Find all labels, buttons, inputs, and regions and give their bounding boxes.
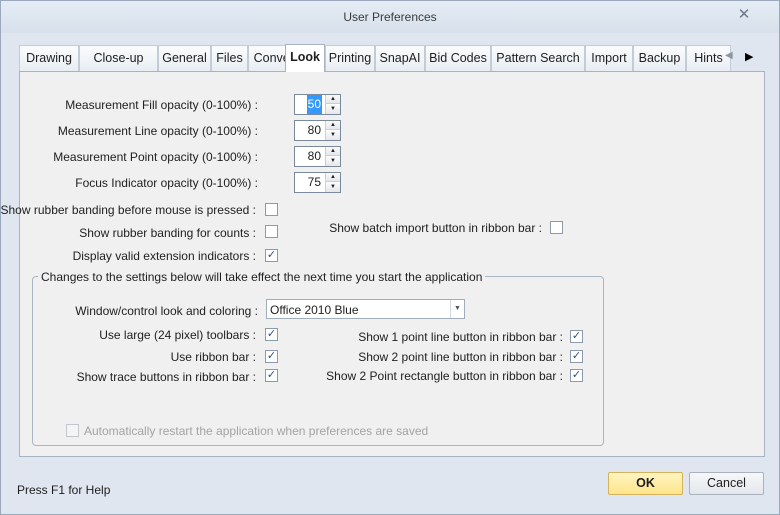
tab-strip: Drawing Close-up General Files Convert L… — [19, 44, 765, 72]
look-coloring-label: Window/control look and coloring : — [75, 304, 258, 318]
chevron-down-icon[interactable]: ▼ — [450, 300, 464, 318]
spin-up-icon[interactable]: ▲ — [326, 121, 340, 130]
spin-down-icon[interactable]: ▼ — [326, 183, 340, 192]
cancel-button[interactable]: Cancel — [689, 472, 764, 495]
tab-snapai[interactable]: SnapAI — [375, 45, 425, 71]
auto-restart-label: Automatically restart the application wh… — [84, 424, 429, 438]
spin-up-icon[interactable]: ▲ — [326, 173, 340, 182]
spin-up-icon[interactable]: ▲ — [326, 95, 340, 104]
tab-files[interactable]: Files — [211, 45, 248, 71]
tab-scroll-right-icon[interactable]: ▶ — [745, 50, 753, 63]
trace-buttons-label: Show trace buttons in ribbon bar : — [76, 370, 256, 384]
tab-close-up[interactable]: Close-up — [79, 45, 158, 71]
valid-extension-label: Display valid extension indicators : — [72, 249, 256, 263]
tab-printing[interactable]: Printing — [325, 45, 375, 71]
title-bar: User Preferences ✕ — [1, 1, 779, 33]
look-coloring-select[interactable]: Office 2010 Blue ▼ — [266, 299, 465, 319]
footer-bar: Press F1 for Help OK Cancel — [1, 461, 779, 514]
tab-scroll-left-icon[interactable]: ◀ — [725, 50, 733, 61]
tab-look[interactable]: Look — [285, 44, 325, 72]
line-opacity-value[interactable]: 80 — [295, 121, 323, 140]
fill-opacity-spinner[interactable]: 50 ▲ ▼ — [294, 94, 341, 115]
two-point-line-checkbox[interactable]: ✓ — [570, 350, 583, 363]
rubber-band-before-label: Show rubber banding before mouse is pres… — [0, 203, 257, 217]
point-opacity-label: Measurement Point opacity (0-100%) : — [53, 150, 258, 164]
tab-bid-codes[interactable]: Bid Codes — [425, 45, 491, 71]
spin-down-icon[interactable]: ▼ — [326, 105, 340, 114]
point-opacity-value[interactable]: 80 — [295, 147, 323, 166]
point-opacity-spinner[interactable]: 80 ▲ ▼ — [294, 146, 341, 167]
ribbon-bar-label: Use ribbon bar : — [170, 350, 256, 364]
batch-import-label: Show batch import button in ribbon bar : — [329, 221, 542, 235]
focus-opacity-label: Focus Indicator opacity (0-100%) : — [75, 176, 258, 190]
spin-down-icon[interactable]: ▼ — [326, 157, 340, 166]
two-point-rect-checkbox[interactable]: ✓ — [570, 369, 583, 382]
rubber-band-counts-checkbox[interactable] — [265, 225, 278, 238]
large-toolbars-checkbox[interactable]: ✓ — [265, 328, 278, 341]
spin-up-icon[interactable]: ▲ — [326, 147, 340, 156]
line-opacity-label: Measurement Line opacity (0-100%) : — [57, 124, 258, 138]
focus-opacity-value[interactable]: 75 — [295, 173, 323, 192]
look-tab-panel: Measurement Fill opacity (0-100%) : 50 ▲… — [1, 71, 765, 457]
large-toolbars-label: Use large (24 pixel) toolbars : — [99, 328, 256, 342]
tab-drawing[interactable]: Drawing — [19, 45, 79, 71]
valid-extension-checkbox[interactable]: ✓ — [265, 249, 278, 262]
window-title: User Preferences — [343, 10, 437, 24]
look-coloring-value: Office 2010 Blue — [270, 303, 359, 317]
fill-opacity-label: Measurement Fill opacity (0-100%) : — [65, 98, 258, 112]
fill-opacity-value[interactable]: 50 — [307, 95, 322, 114]
tab-backup[interactable]: Backup — [633, 45, 686, 71]
tab-import[interactable]: Import — [585, 45, 633, 71]
spin-down-icon[interactable]: ▼ — [326, 131, 340, 140]
auto-restart-checkbox[interactable] — [66, 424, 79, 437]
restart-settings-group-title: Changes to the settings below will take … — [38, 270, 486, 284]
user-preferences-window: User Preferences ✕ Drawing Close-up Gene… — [0, 0, 780, 515]
help-hint: Press F1 for Help — [17, 483, 111, 497]
focus-opacity-spinner[interactable]: 75 ▲ ▼ — [294, 172, 341, 193]
tab-general[interactable]: General — [158, 45, 211, 71]
trace-buttons-checkbox[interactable]: ✓ — [265, 369, 278, 382]
tab-pattern-search[interactable]: Pattern Search — [491, 45, 585, 71]
one-point-line-label: Show 1 point line button in ribbon bar : — [358, 330, 563, 344]
line-opacity-spinner[interactable]: 80 ▲ ▼ — [294, 120, 341, 141]
rubber-band-before-checkbox[interactable] — [265, 203, 278, 216]
batch-import-checkbox[interactable] — [550, 221, 563, 234]
two-point-line-label: Show 2 point line button in ribbon bar : — [358, 350, 563, 364]
ok-button[interactable]: OK — [608, 472, 683, 495]
close-icon[interactable]: ✕ — [736, 7, 752, 23]
rubber-band-counts-label: Show rubber banding for counts : — [79, 226, 256, 240]
one-point-line-checkbox[interactable]: ✓ — [570, 330, 583, 343]
ribbon-bar-checkbox[interactable]: ✓ — [265, 350, 278, 363]
two-point-rect-label: Show 2 Point rectangle button in ribbon … — [326, 369, 563, 383]
